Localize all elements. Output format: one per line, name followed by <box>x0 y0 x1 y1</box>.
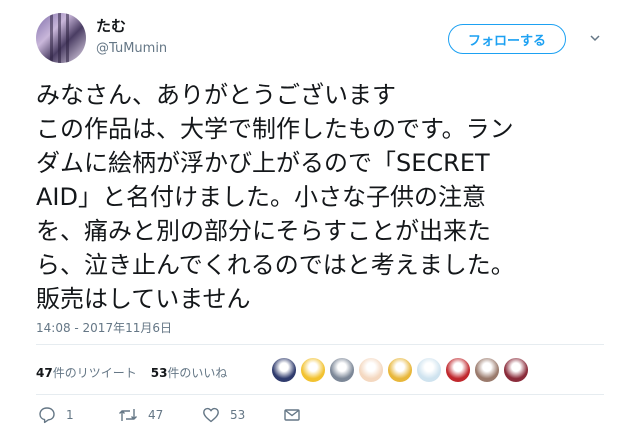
reply-icon <box>39 407 55 424</box>
envelope-icon <box>284 409 300 421</box>
like-button[interactable]: 53 <box>202 406 245 424</box>
avatar-6[interactable] <box>416 357 442 383</box>
reply-button[interactable]: 1 <box>38 406 74 424</box>
direct-message-button[interactable] <box>283 406 301 424</box>
avatar-8[interactable] <box>474 357 500 383</box>
likes-label: 件のいいね <box>167 366 228 380</box>
avatar-3[interactable] <box>329 357 355 383</box>
avatar-4[interactable] <box>358 357 384 383</box>
likes-count: 53 <box>150 366 168 380</box>
engagement-stats: 47件のリツイート 53件のいいね <box>36 364 227 381</box>
avatar-1[interactable] <box>271 357 297 383</box>
tweet-text: みなさん、ありがとうございます この作品は、大学で制作したものです。ラン ダムに… <box>36 81 515 313</box>
likes-stat[interactable]: 53件のいいね <box>151 366 228 380</box>
avatar-7[interactable] <box>445 357 471 383</box>
avatar[interactable] <box>36 13 86 63</box>
retweets-label: 件のリツイート <box>52 366 137 380</box>
reply-count: 1 <box>66 408 74 422</box>
user-name[interactable]: たむ <box>96 15 126 36</box>
retweet-button[interactable]: 47 <box>118 406 163 424</box>
divider <box>36 394 604 395</box>
divider <box>36 344 604 345</box>
tweet-timestamp[interactable]: 14:08 - 2017年11月6日 <box>36 319 172 336</box>
avatar-2[interactable] <box>300 357 326 383</box>
heart-icon <box>203 407 219 423</box>
avatar-5[interactable] <box>387 357 413 383</box>
retweet-count: 47 <box>148 408 164 422</box>
retweets-count: 47 <box>36 366 53 380</box>
chevron-down-icon[interactable] <box>589 32 601 44</box>
retweets-stat[interactable]: 47件のリツイート <box>36 366 137 380</box>
avatar-9[interactable] <box>503 357 529 383</box>
user-handle[interactable]: @TuMumin <box>96 41 167 56</box>
follow-button[interactable]: フォローする <box>448 24 566 54</box>
like-count: 53 <box>230 408 246 422</box>
retweet-icon <box>119 409 137 421</box>
